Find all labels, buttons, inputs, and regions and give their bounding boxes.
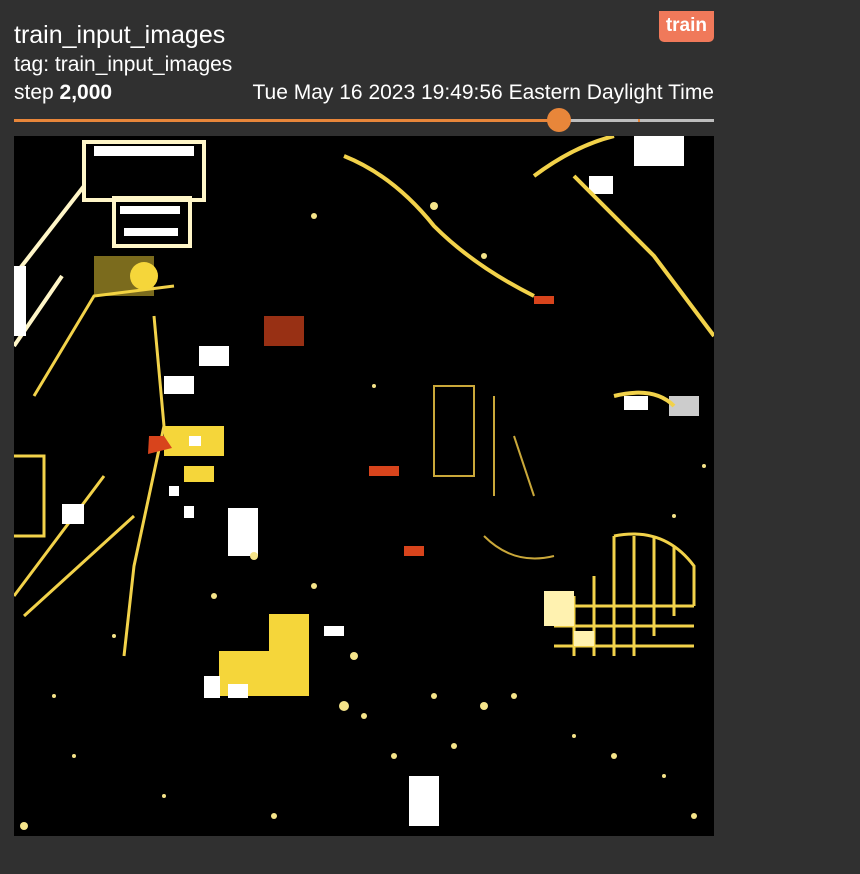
step-slider[interactable] [14, 108, 714, 132]
step-row: step 2,000 Tue May 16 2023 19:49:56 East… [14, 80, 714, 106]
slider-tick [637, 119, 640, 122]
step-prefix: step [14, 81, 54, 104]
step-value: 2,000 [59, 81, 113, 104]
tag-label: tag: train_input_images [14, 53, 233, 76]
satellite-image-graphic [14, 136, 714, 836]
satellite-image [14, 136, 714, 836]
card-title: train_input_images [14, 21, 226, 49]
slider-thumb[interactable] [547, 108, 572, 132]
image-card: train train_input_images tag: train_inpu… [14, 0, 714, 874]
timestamp: Tue May 16 2023 19:49:56 Eastern Dayligh… [252, 81, 715, 104]
run-badge: train [658, 11, 714, 42]
slider-fill [14, 119, 560, 122]
step-label: step 2,000 [14, 80, 112, 106]
